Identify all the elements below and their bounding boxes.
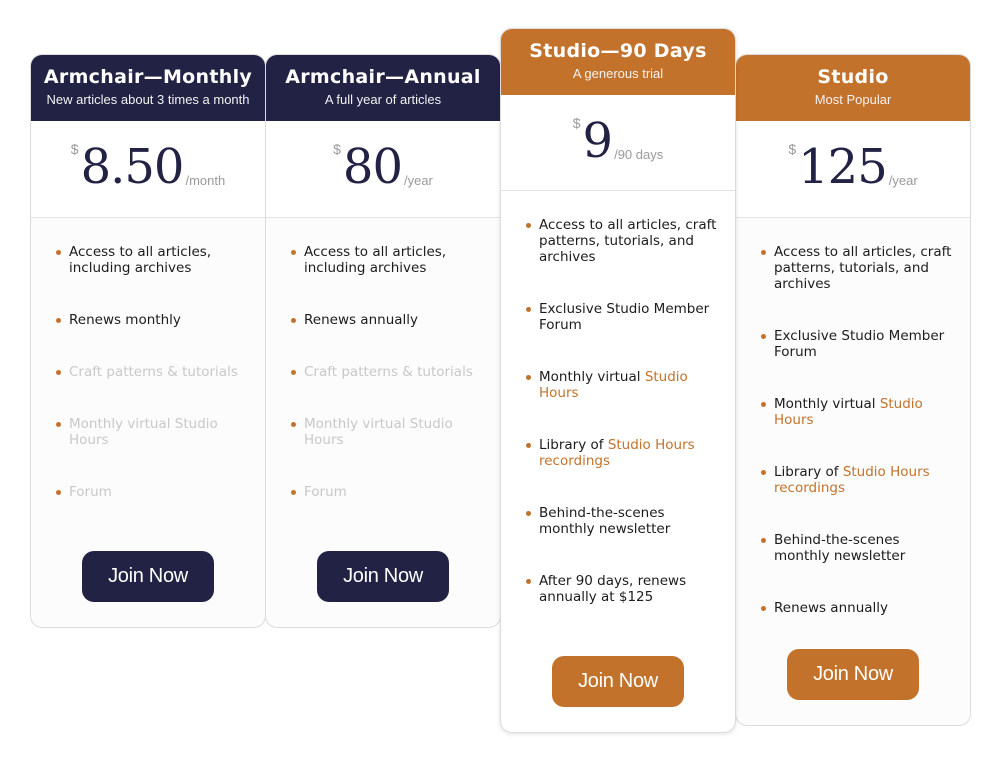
price-period: /month <box>185 173 226 188</box>
feature-item: After 90 days, renews annually at $125 <box>526 573 721 605</box>
feature-text: Craft patterns & tutorials <box>304 364 473 380</box>
feature-list: Access to all articles, including archiv… <box>266 218 500 500</box>
feature-text: Monthly virtual Studio Hours <box>304 416 453 448</box>
plan-price: $ 125 /year <box>736 121 970 218</box>
plan-price: $ 8.50 /month <box>31 121 265 218</box>
feature-list: Access to all articles, including archiv… <box>31 218 265 500</box>
feature-list: Access to all articles, craft patterns, … <box>501 191 735 605</box>
price-amount: 125 <box>798 139 888 195</box>
feature-text: After 90 days, renews annually at $125 <box>539 573 687 605</box>
join-now-button[interactable]: Join Now <box>317 551 449 602</box>
plan-title: Armchair—Annual <box>285 66 481 88</box>
feature-text: Library of <box>774 464 843 480</box>
feature-item-unavailable: Forum <box>291 484 486 500</box>
plan-subtitle: A generous trial <box>572 66 664 81</box>
plan-header: Armchair—Annual A full year of articles <box>266 55 500 121</box>
plan-subtitle: A full year of articles <box>324 92 442 107</box>
price-amount: 80 <box>342 139 403 195</box>
feature-item-unavailable: Craft patterns & tutorials <box>291 364 486 380</box>
feature-item: Access to all articles, including archiv… <box>56 244 251 276</box>
currency-symbol: $ <box>333 141 341 157</box>
feature-text: Forum <box>69 484 112 500</box>
price-period: /90 days <box>614 147 664 162</box>
price-amount: 9 <box>582 113 614 169</box>
price-period: /year <box>888 173 918 188</box>
feature-item-unavailable: Forum <box>56 484 251 500</box>
feature-text: Monthly virtual Studio Hours <box>69 416 218 448</box>
price-amount: 8.50 <box>80 139 185 195</box>
plan-card-studio-90-days: Studio—90 Days A generous trial $ 9 /90 … <box>500 28 736 733</box>
feature-text: Forum <box>304 484 347 500</box>
plan-header: Studio Most Popular <box>736 55 970 121</box>
currency-symbol: $ <box>788 141 797 157</box>
feature-item: Monthly virtual Studio Hours <box>761 396 956 428</box>
feature-text: Behind-the-scenes monthly newsletter <box>539 505 671 537</box>
feature-list: Access to all articles, craft patterns, … <box>736 218 970 616</box>
price-period: /year <box>403 173 433 188</box>
feature-item: Behind-the-scenes monthly newsletter <box>761 532 956 564</box>
feature-text: Behind-the-scenes monthly newsletter <box>774 532 906 564</box>
plan-price: $ 9 /90 days <box>501 95 735 191</box>
feature-item: Access to all articles, craft patterns, … <box>526 217 721 265</box>
feature-text: Craft patterns & tutorials <box>69 364 238 380</box>
feature-item: Exclusive Studio Member Forum <box>761 328 956 360</box>
plan-subtitle: Most Popular <box>814 92 892 107</box>
currency-symbol: $ <box>572 115 581 131</box>
feature-text: Monthly virtual <box>539 369 645 385</box>
feature-item: Access to all articles, including archiv… <box>291 244 486 276</box>
feature-item: Library of Studio Hours recordings <box>761 464 956 496</box>
feature-item: Access to all articles, craft patterns, … <box>761 244 956 292</box>
plan-title: Studio—90 Days <box>529 40 707 62</box>
feature-item: Library of Studio Hours recordings <box>526 437 721 469</box>
feature-text: Access to all articles, including archiv… <box>69 244 212 276</box>
plan-title: Studio <box>817 66 889 88</box>
feature-item: Behind-the-scenes monthly newsletter <box>526 505 721 537</box>
join-now-button[interactable]: Join Now <box>82 551 214 602</box>
feature-text: Access to all articles, including archiv… <box>304 244 447 276</box>
feature-item: Renews monthly <box>56 312 251 328</box>
feature-item-unavailable: Monthly virtual Studio Hours <box>291 416 486 448</box>
feature-item-unavailable: Monthly virtual Studio Hours <box>56 416 251 448</box>
join-now-button[interactable]: Join Now <box>787 649 919 700</box>
feature-text: Renews annually <box>774 600 889 616</box>
feature-text: Monthly virtual <box>774 396 880 412</box>
feature-item-unavailable: Craft patterns & tutorials <box>56 364 251 380</box>
feature-text: Exclusive Studio Member Forum <box>774 328 945 360</box>
plan-subtitle: New articles about 3 times a month <box>46 92 250 107</box>
plan-title: Armchair—Monthly <box>43 66 253 88</box>
plan-card-armchair-annual: Armchair—Annual A full year of articles … <box>265 54 501 628</box>
plan-price: $ 80 /year <box>266 121 500 218</box>
plan-card-armchair-monthly: Armchair—Monthly New articles about 3 ti… <box>30 54 266 628</box>
join-now-button[interactable]: Join Now <box>552 656 684 707</box>
feature-item: Monthly virtual Studio Hours <box>526 369 721 401</box>
currency-symbol: $ <box>70 141 79 157</box>
feature-text: Exclusive Studio Member Forum <box>539 301 710 333</box>
feature-item: Renews annually <box>761 600 956 616</box>
plan-header: Armchair—Monthly New articles about 3 ti… <box>31 55 265 121</box>
feature-item: Renews annually <box>291 312 486 328</box>
feature-item: Exclusive Studio Member Forum <box>526 301 721 333</box>
plan-card-studio: Studio Most Popular $ 125 /year Access t… <box>735 54 971 726</box>
feature-text: Library of <box>539 437 608 453</box>
feature-text: Access to all articles, craft patterns, … <box>774 244 952 292</box>
plan-header: Studio—90 Days A generous trial <box>501 29 735 95</box>
feature-text: Renews annually <box>304 312 419 328</box>
feature-text: Access to all articles, craft patterns, … <box>539 217 717 265</box>
feature-text: Renews monthly <box>69 312 181 328</box>
